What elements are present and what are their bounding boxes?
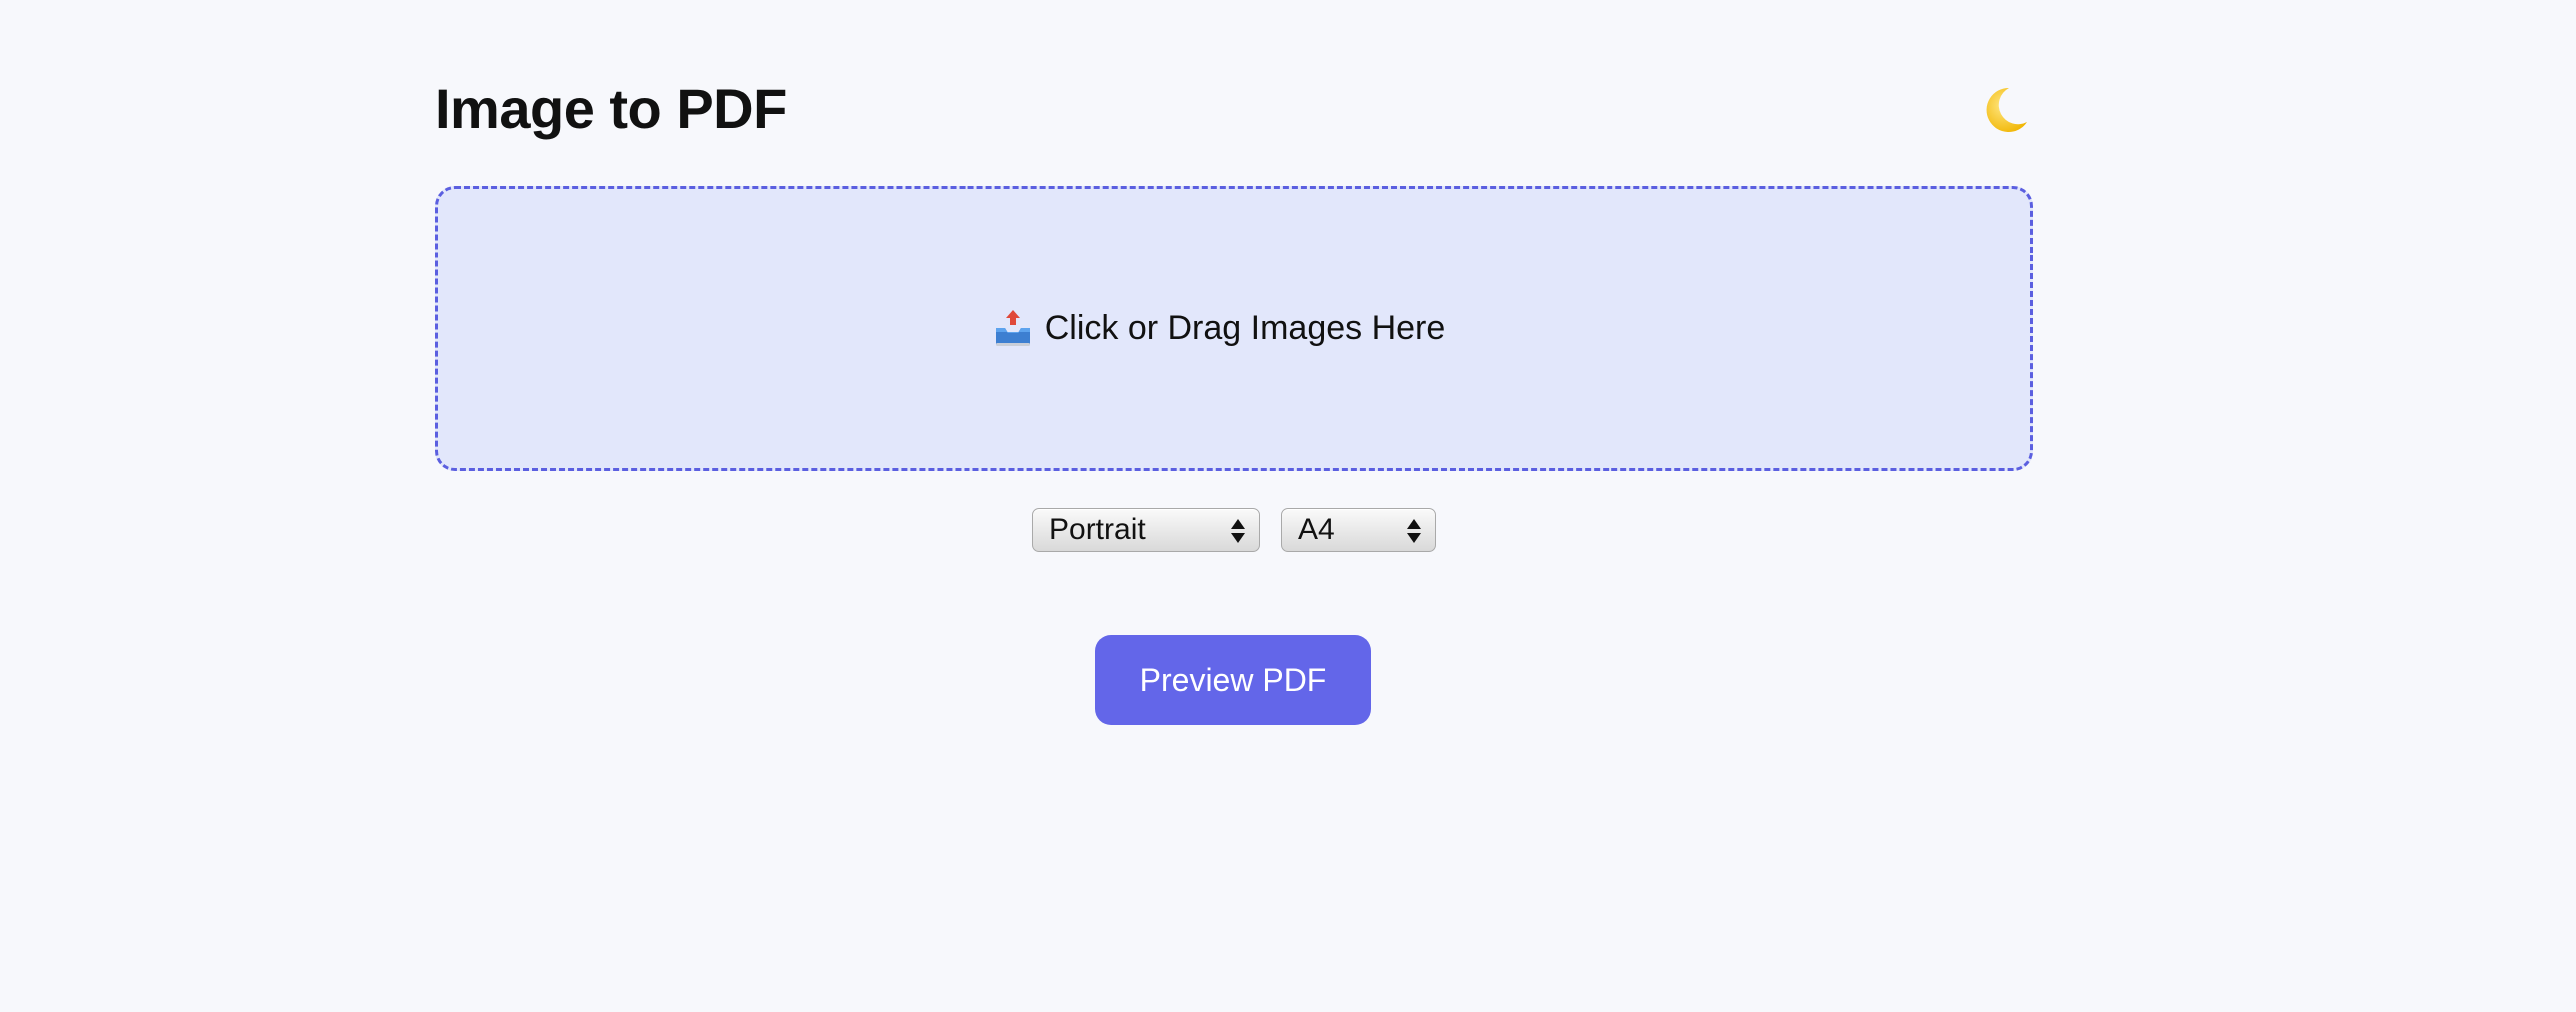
orientation-select-value: Portrait [1049, 513, 1146, 546]
image-dropzone[interactable]: Click or Drag Images Here [435, 186, 2033, 471]
pdf-options: Portrait A4 [435, 508, 2033, 556]
preview-pdf-button[interactable]: Preview PDF [1095, 635, 1371, 725]
inbox-tray-icon [993, 308, 1033, 348]
dropzone-content: Click or Drag Images Here [993, 308, 1446, 348]
page-size-select-value: A4 [1298, 513, 1335, 546]
app-container: Image to PDF Click or Drag Images Here P… [435, 0, 2033, 1012]
page-title: Image to PDF [435, 77, 787, 140]
moon-icon [1977, 82, 2033, 138]
select-arrows-icon [1405, 517, 1423, 545]
page-size-select[interactable]: A4 [1281, 508, 1436, 552]
theme-toggle-button[interactable] [1977, 82, 2033, 138]
select-arrows-icon [1229, 517, 1247, 545]
dropzone-label: Click or Drag Images Here [1044, 308, 1446, 347]
orientation-select[interactable]: Portrait [1032, 508, 1260, 552]
header: Image to PDF [435, 72, 2033, 152]
